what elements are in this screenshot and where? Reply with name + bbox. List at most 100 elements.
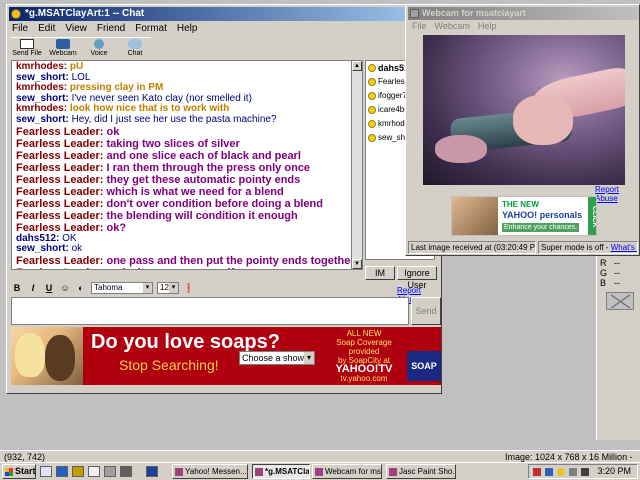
webcam-menu-help[interactable]: Help: [478, 21, 497, 31]
message-text: look how nice that is to work with: [67, 103, 230, 115]
font-size-select[interactable]: 12: [157, 282, 179, 294]
chat-scrollbar[interactable]: ▲ ▼: [351, 60, 363, 270]
ignore-user-button[interactable]: Ignore User: [397, 266, 437, 290]
whats-this-link[interactable]: What's this?: [611, 243, 637, 252]
choose-show-select[interactable]: Choose a show!: [239, 351, 315, 365]
message-text: OK: [59, 232, 77, 244]
italic-button[interactable]: I: [27, 283, 39, 293]
chat-title: *g.MSATClayArt:1 -- Chat: [25, 8, 145, 19]
message-text: pU: [67, 61, 84, 72]
webcam-menu-webcam[interactable]: Webcam: [435, 21, 470, 31]
scroll-up-arrow-icon[interactable]: ▲: [352, 61, 362, 71]
menu-format[interactable]: Format: [134, 23, 168, 37]
message-text: taking two slices of silver: [103, 137, 240, 150]
chat-message: Fearless Leader: which is what we need f…: [16, 186, 347, 198]
quicklaunch-tool-icon[interactable]: [104, 466, 116, 477]
webcam-titlebar[interactable]: Webcam for msatclayart: [408, 7, 639, 20]
smiley-icon[interactable]: ☺: [59, 283, 71, 293]
task-label: Yahoo! Messen...: [185, 467, 247, 476]
chat-titlebar[interactable]: *g.MSATClayArt:1 -- Chat: [9, 7, 439, 21]
user-smiley-icon: [368, 64, 376, 72]
message-sender: Fearless Leader:: [16, 161, 104, 174]
rgb-value: --: [614, 268, 620, 278]
tray-messenger-icon[interactable]: [557, 468, 565, 476]
message-sender: Fearless Leader:: [16, 254, 104, 267]
voice-button[interactable]: Voice: [83, 38, 115, 59]
rgb-label: G: [600, 268, 608, 278]
chat-message: Fearless Leader: the blending will condi…: [16, 210, 347, 222]
message-sender: Fearless Leader:: [16, 173, 104, 186]
message-sender: Fearless Leader:: [16, 125, 104, 138]
underline-button[interactable]: U: [43, 283, 55, 293]
menu-help[interactable]: Help: [176, 23, 199, 37]
message-sender: sew_short:: [16, 243, 69, 255]
tray-icon-4[interactable]: [569, 468, 577, 476]
webcam-report-abuse-link[interactable]: Report Abuse: [595, 185, 639, 203]
webcam-window: Webcam for msatclayart File Webcam Help …: [405, 4, 640, 256]
alert-icon[interactable]: ❗: [183, 283, 195, 294]
message-sender: kmrhodes:: [16, 61, 68, 72]
yahoo-personals-ad[interactable]: THE NEW YAHOO! personals Enhance your ch…: [451, 196, 597, 236]
webcam-title: Webcam for msatclayart: [422, 8, 526, 18]
message-input[interactable]: [11, 297, 409, 325]
menu-file[interactable]: File: [11, 23, 29, 37]
taskbar-button[interactable]: *g.MSATCla...: [252, 464, 310, 479]
file-icon: [20, 39, 34, 49]
ad-tagline: Enhance your chances.: [502, 223, 580, 232]
chat-button[interactable]: Chat: [119, 38, 151, 59]
taskbar-button[interactable]: Webcam for ms...: [312, 464, 382, 479]
scroll-down-arrow-icon[interactable]: ▼: [352, 259, 362, 269]
taskbar-button[interactable]: Yahoo! Messen...: [172, 464, 248, 479]
tray-volume-icon[interactable]: [581, 468, 589, 476]
chat-log[interactable]: kmrhodes: pU sew_short: LOL kmrhodes: pres…: [11, 60, 351, 270]
task-app-icon: [315, 468, 323, 476]
color-palette-icon[interactable]: ◐: [75, 283, 87, 293]
task-label: *g.MSATCla...: [265, 467, 310, 476]
webcam-button[interactable]: Webcam: [47, 38, 79, 59]
webcam-menubar: File Webcam Help: [412, 21, 496, 31]
chat-message: sew_short: Hey, did I just see her use t…: [16, 114, 347, 126]
bold-button[interactable]: B: [11, 283, 23, 293]
taskbar-button[interactable]: Jasc Paint Sho...: [386, 464, 456, 479]
send-file-label: Send File: [12, 50, 42, 57]
im-button[interactable]: IM: [365, 266, 395, 280]
message-text: I've never seen Kato clay (nor smelled i…: [68, 92, 252, 104]
menu-view[interactable]: View: [64, 23, 88, 37]
tray-icon-1[interactable]: [533, 468, 541, 476]
chat-window: *g.MSATClayArt:1 -- Chat File Edit View …: [6, 4, 442, 394]
soap-ad-banner[interactable]: Do you love soaps? Stop Searching! Choos…: [11, 327, 441, 385]
quicklaunch-app-icon[interactable]: [88, 466, 100, 477]
task-app-icon: [389, 468, 397, 476]
message-sender: Fearless Leader:: [16, 137, 104, 150]
quicklaunch-outlook-icon[interactable]: [72, 466, 84, 477]
start-button[interactable]: Start: [2, 464, 36, 479]
ad-coverage: Soap Coverage provided: [336, 338, 392, 356]
ad-subheadline: Stop Searching!: [119, 357, 219, 373]
quicklaunch-desktop-icon[interactable]: [40, 466, 52, 477]
cursor-coordinates: (932, 742): [4, 452, 46, 462]
menu-friend[interactable]: Friend: [96, 23, 126, 37]
quicklaunch-ie-icon[interactable]: [56, 466, 68, 477]
user-smiley-icon: [368, 78, 376, 86]
message-sender: kmrhodes:: [16, 103, 68, 115]
message-text: ok?: [103, 221, 127, 234]
chat-menubar: File Edit View Friend Format Help: [11, 23, 198, 37]
clock: 3:20 PM: [597, 466, 631, 476]
tray-icon-2[interactable]: [545, 468, 553, 476]
send-file-button[interactable]: Send File: [11, 38, 43, 59]
chat-message: Fearless Leader: one pass and then put t…: [16, 254, 351, 267]
no-color-swatch[interactable]: [606, 292, 634, 310]
menu-edit[interactable]: Edit: [37, 23, 56, 37]
message-text: pressing clay in PM: [67, 82, 164, 94]
microphone-icon: [94, 39, 104, 49]
ad-yahoo-personals: YAHOO! personals: [502, 210, 583, 220]
ad-all-new: ALL NEW: [346, 329, 382, 338]
chat-bubble-icon: [128, 39, 142, 49]
font-select[interactable]: Tahoma: [91, 282, 153, 294]
chat-message: Fearless Leader: I ran them through the …: [16, 162, 347, 174]
quicklaunch-word-icon[interactable]: [146, 466, 158, 477]
message-sender: sew_short:: [16, 92, 69, 104]
quicklaunch-explorer-icon[interactable]: [120, 466, 132, 477]
webcam-menu-file[interactable]: File: [412, 21, 427, 31]
send-button[interactable]: Send: [411, 297, 441, 325]
